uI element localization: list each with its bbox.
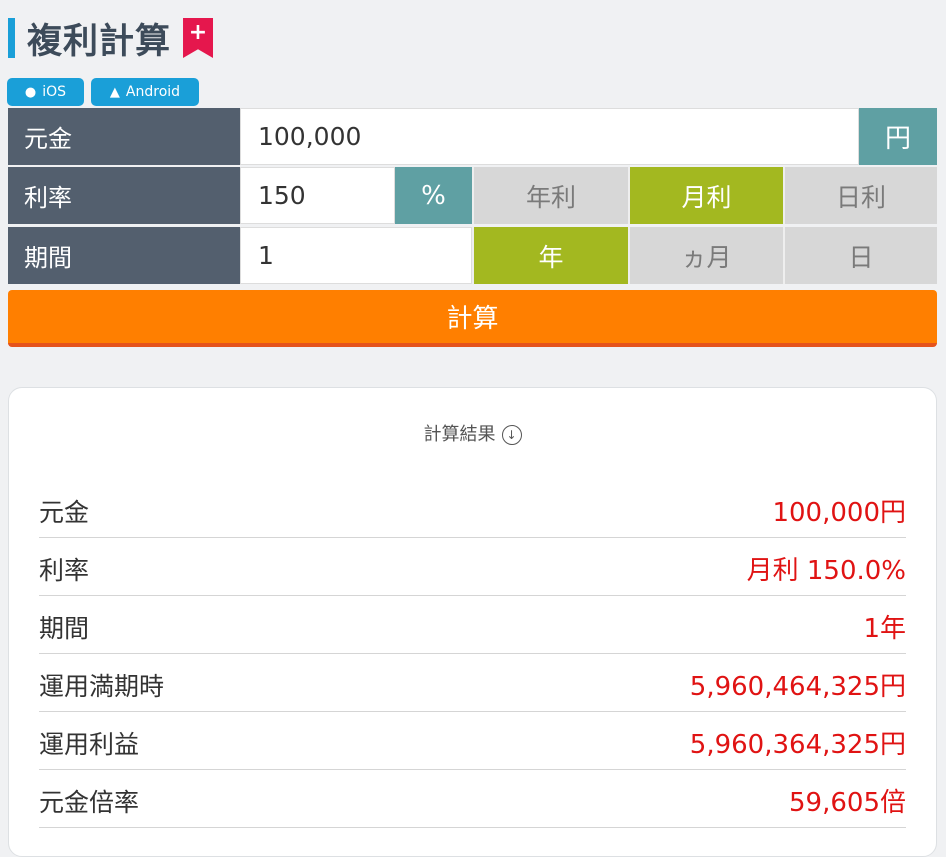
result-row-period: 期間 1年 <box>39 597 906 654</box>
rate-option-monthly[interactable]: 月利 <box>628 167 783 224</box>
result-value: 59,605倍 <box>789 788 906 818</box>
period-label: 期間 <box>8 227 240 284</box>
period-input[interactable]: 1 <box>240 227 472 284</box>
period-option-year[interactable]: 年 <box>472 227 628 284</box>
principal-label: 元金 <box>8 108 240 165</box>
principal-row: 元金 100,000 円 <box>8 108 937 165</box>
principal-input[interactable]: 100,000 <box>240 108 859 165</box>
result-value: 1年 <box>863 614 906 644</box>
android-label: Android <box>125 84 181 100</box>
ios-label: iOS <box>42 84 67 100</box>
result-label: 運用利益 <box>39 730 140 759</box>
result-row-multiplier: 元金倍率 59,605倍 <box>39 771 906 828</box>
apple-icon: ● <box>24 84 37 100</box>
period-option-month[interactable]: ヵ月 <box>628 227 783 284</box>
bookmark-icon[interactable]: + <box>183 18 214 58</box>
result-label: 元金倍率 <box>39 788 140 817</box>
rate-option-daily[interactable]: 日利 <box>783 167 937 224</box>
page-title: 複利計算 <box>27 21 172 62</box>
result-heading-text: 計算結果 <box>423 424 496 445</box>
period-row: 期間 1 年 ヵ月 日 <box>8 227 937 284</box>
result-label: 期間 <box>39 614 90 643</box>
android-icon: ▲ <box>109 84 120 100</box>
result-label: 運用満期時 <box>39 672 165 701</box>
rate-row: 利率 150 % 年利 月利 日利 <box>8 167 937 224</box>
result-row-principal: 元金 100,000円 <box>39 481 906 538</box>
rate-input[interactable]: 150 <box>240 167 395 224</box>
principal-unit: 円 <box>859 108 937 165</box>
result-value: 月利 150.0% <box>746 556 906 586</box>
rate-unit: % <box>395 167 472 224</box>
title-accent-bar <box>8 18 15 58</box>
result-value: 5,960,464,325円 <box>689 672 906 702</box>
android-app-button[interactable]: ▲ Android <box>91 78 199 106</box>
page-header: 複利計算 + <box>8 16 214 62</box>
arrow-down-circle-icon: ↓ <box>501 425 522 445</box>
result-row-rate: 利率 月利 150.0% <box>39 539 906 596</box>
rate-option-annual[interactable]: 年利 <box>472 167 628 224</box>
result-card: 計算結果 ↓ 元金 100,000円 利率 月利 150.0% 期間 1年 運用満… <box>8 387 937 857</box>
result-row-profit: 運用利益 5,960,364,325円 <box>39 713 906 770</box>
result-label: 元金 <box>39 498 90 527</box>
result-value: 5,960,364,325円 <box>689 730 906 760</box>
result-value: 100,000円 <box>772 498 906 528</box>
calculate-button[interactable]: 計算 <box>8 290 937 347</box>
ios-app-button[interactable]: ● iOS <box>7 78 84 106</box>
rate-label: 利率 <box>8 167 240 224</box>
period-option-day[interactable]: 日 <box>783 227 937 284</box>
result-label: 利率 <box>39 556 90 585</box>
result-row-maturity: 運用満期時 5,960,464,325円 <box>39 655 906 712</box>
result-heading: 計算結果 ↓ <box>9 420 936 446</box>
